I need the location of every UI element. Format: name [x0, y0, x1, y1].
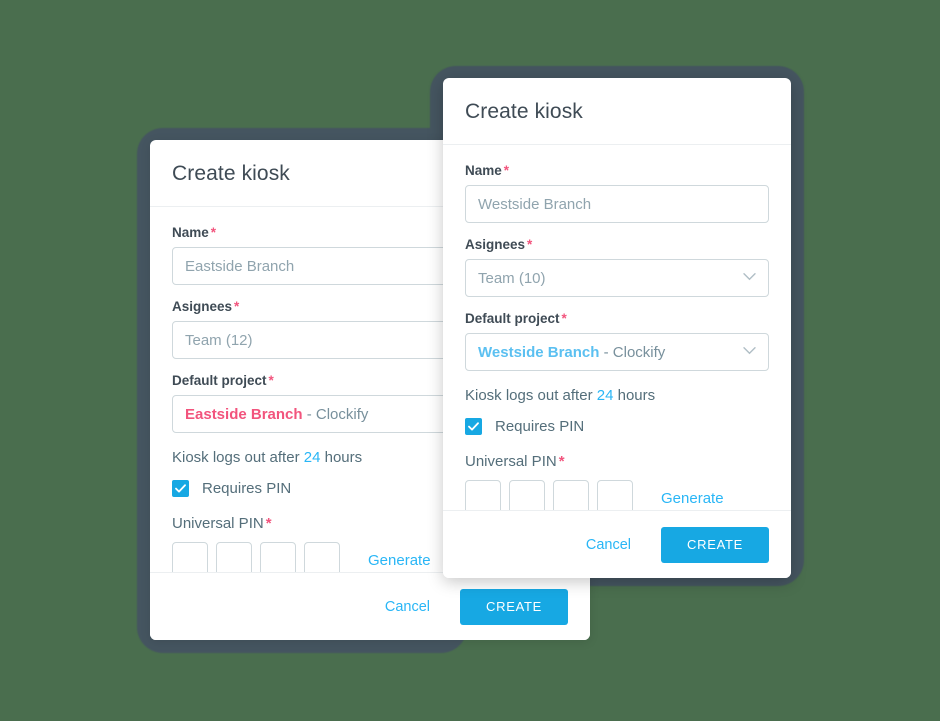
project-name: Westside Branch — [478, 343, 600, 361]
default-project-select[interactable]: Westside Branch - Clockify — [465, 333, 769, 371]
name-label-text: Name — [465, 163, 502, 178]
default-project-select[interactable]: Eastside Branch - Clockify — [172, 395, 476, 433]
required-marker: * — [503, 163, 510, 178]
logout-hours-value[interactable]: 24 — [597, 387, 614, 404]
requires-pin-checkbox[interactable] — [172, 480, 189, 497]
assignees-label-text: Asignees — [172, 299, 233, 314]
default-project-label: Default project * — [465, 311, 769, 326]
name-label: Name * — [465, 163, 769, 178]
universal-pin-label: Universal PIN * — [465, 453, 769, 470]
logout-prefix: Kiosk logs out after — [465, 387, 593, 404]
page-title: Create kiosk — [465, 100, 583, 123]
name-label-text: Name — [172, 225, 209, 240]
checkmark-icon — [468, 422, 479, 431]
project-name: Eastside Branch — [185, 405, 303, 423]
logout-suffix: hours — [617, 387, 656, 404]
required-marker: * — [268, 373, 274, 388]
dialog-footer: Cancel CREATE — [443, 510, 791, 578]
name-input[interactable] — [172, 247, 476, 285]
dialog-footer: Cancel CREATE — [150, 572, 590, 640]
default-project-select-value: Eastside Branch - Clockify — [185, 406, 368, 423]
project-separator: - — [302, 405, 316, 423]
project-workspace: Clockify — [612, 343, 666, 361]
project-separator: - — [599, 343, 613, 361]
assignees-select-value: Team (12) — [185, 331, 253, 349]
assignees-label-text: Asignees — [465, 237, 526, 252]
field-default-project: Default project * Westside Branch - Clock… — [465, 311, 769, 371]
assignees-select[interactable]: Team (10) — [465, 259, 769, 297]
cancel-button[interactable]: Cancel — [580, 536, 637, 554]
required-marker: * — [558, 453, 565, 470]
generate-pin-link[interactable]: Generate — [661, 490, 724, 507]
default-project-label-text: Default project — [465, 311, 560, 326]
universal-pin-label-text: Universal PIN — [465, 453, 557, 470]
assignees-select[interactable]: Team (12) — [172, 321, 476, 359]
create-button[interactable]: CREATE — [661, 526, 769, 563]
dialog-body: Name* Asignees* Team (10) Default projec… — [443, 145, 791, 536]
field-assignees: Asignees * Team (10) — [465, 237, 769, 297]
chevron-down-icon — [743, 342, 756, 359]
assignees-select-value: Team (10) — [478, 269, 546, 287]
create-kiosk-dialog-front: Create kiosk Name* Asignees* Team (10) D… — [443, 78, 791, 578]
required-marker: * — [561, 311, 567, 326]
logout-prefix: Kiosk logs out after — [172, 449, 300, 466]
field-name: Name * — [465, 163, 769, 223]
generate-pin-link[interactable]: Generate — [368, 552, 431, 569]
logout-hours-value[interactable]: 24 — [304, 449, 321, 466]
field-universal-pin: Universal PIN * Generate — [465, 453, 769, 516]
default-project-label-text: Default project — [172, 373, 267, 388]
checkmark-icon — [175, 484, 186, 493]
required-marker: * — [527, 237, 533, 252]
project-workspace: Clockify — [315, 405, 369, 423]
dialog-header: Create kiosk — [443, 78, 791, 145]
cancel-button[interactable]: Cancel — [379, 598, 436, 616]
requires-pin-label: Requires PIN — [202, 480, 292, 497]
assignees-label: Asignees * — [465, 237, 769, 252]
required-marker: * — [210, 225, 217, 240]
create-button[interactable]: CREATE — [460, 588, 568, 625]
required-marker: * — [265, 515, 272, 532]
chevron-down-icon — [743, 268, 756, 285]
universal-pin-label-text: Universal PIN — [172, 515, 264, 532]
requires-pin-row[interactable]: Requires PIN — [465, 418, 769, 435]
required-marker: * — [234, 299, 240, 314]
logout-suffix: hours — [324, 449, 363, 466]
requires-pin-label: Requires PIN — [495, 418, 585, 435]
name-input[interactable] — [465, 185, 769, 223]
default-project-select-value: Westside Branch - Clockify — [478, 344, 665, 361]
requires-pin-checkbox[interactable] — [465, 418, 482, 435]
kiosk-logout-info: Kiosk logs out after 24 hours — [465, 387, 769, 404]
